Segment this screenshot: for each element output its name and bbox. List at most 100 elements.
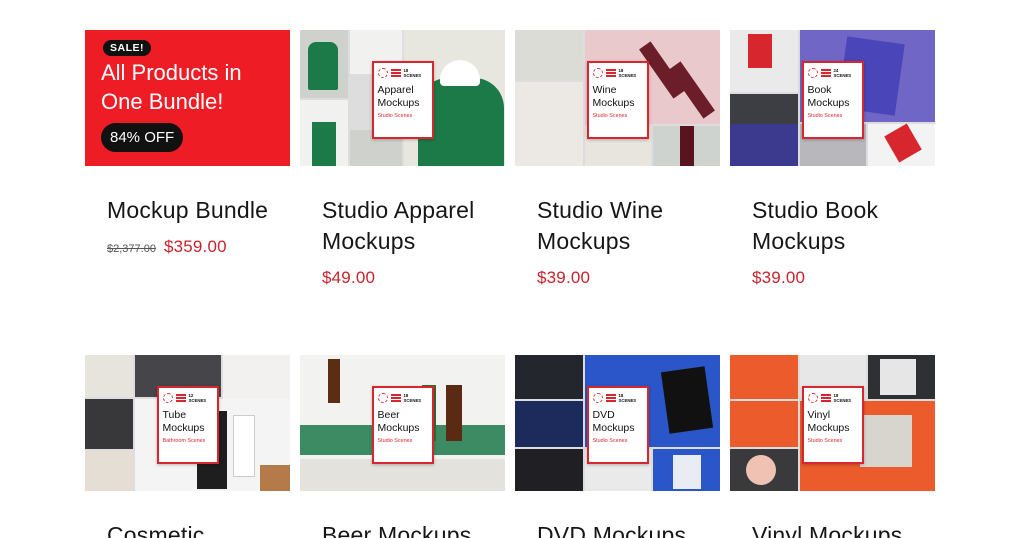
product-label-card: 18 SCENES Wine Mockups Studio Scenes: [586, 61, 649, 139]
product-label-card: 18 SCENES Apparel Mockups Studio Scenes: [371, 61, 434, 139]
scene-count: 18 SCENES: [403, 68, 422, 78]
collage-tile: [515, 82, 583, 166]
label-subtitle: Studio Scenes: [592, 438, 628, 444]
label-name: Wine Mockups: [592, 84, 635, 109]
collage-tile: [328, 359, 340, 403]
product-label-card: 18 SCENES DVD Mockups Studio Scenes: [586, 386, 649, 464]
logo-icon: [377, 68, 388, 78]
product-card-wine[interactable]: 18 SCENES Wine Mockups Studio Scenes Stu…: [515, 30, 720, 288]
collage-tile: [746, 455, 776, 485]
product-image-wine[interactable]: 18 SCENES Wine Mockups Studio Scenes: [515, 30, 720, 166]
scene-count: 18 SCENES: [833, 393, 852, 403]
label-subtitle: Studio Scenes: [377, 113, 413, 119]
sale-banner-image[interactable]: SALE! All Products in One Bundle! 84% OF…: [85, 30, 290, 166]
product-label-card: 18 SCENES Vinyl Mockups Studio Scenes: [801, 386, 864, 464]
product-title[interactable]: DVD Mockups: [515, 520, 720, 538]
flag-icon: [175, 394, 186, 402]
product-card-cosmetic[interactable]: 12 SCENES Tube Mockups Bathroom Scenes C…: [85, 355, 290, 538]
label-subtitle: Studio Scenes: [807, 113, 843, 119]
collage-tile: [308, 42, 338, 90]
product-card-book[interactable]: 24 SCENES Book Mockups Studio Scenes Stu…: [730, 30, 935, 288]
collage-tile: [515, 355, 583, 399]
product-title[interactable]: Beer Mockups: [300, 520, 505, 538]
product-grid-row-2: 12 SCENES Tube Mockups Bathroom Scenes C…: [85, 355, 935, 538]
sale-headline: All Products in One Bundle!: [101, 60, 242, 114]
collage-tile: [223, 355, 290, 403]
scene-count: 24 SCENES: [833, 68, 852, 78]
product-card-mockup-bundle[interactable]: SALE! All Products in One Bundle! 84% OF…: [85, 30, 290, 288]
collage-tile: [515, 30, 583, 80]
flag-icon: [820, 69, 831, 77]
price: $49.00: [322, 268, 376, 287]
label-subtitle: Studio Scenes: [807, 438, 843, 444]
original-price: $2,377.00: [107, 243, 156, 255]
product-title[interactable]: Studio Apparel Mockups: [300, 195, 505, 257]
flag-icon: [390, 69, 401, 77]
flag-icon: [605, 69, 616, 77]
collage-tile: [730, 401, 798, 447]
product-card-apparel[interactable]: 18 SCENES Apparel Mockups Studio Scenes …: [300, 30, 505, 288]
collage-tile: [260, 465, 290, 491]
product-image-tube[interactable]: 12 SCENES Tube Mockups Bathroom Scenes: [85, 355, 290, 491]
collage-tile: [85, 355, 133, 397]
product-image-book[interactable]: 24 SCENES Book Mockups Studio Scenes: [730, 30, 935, 166]
flag-icon: [390, 394, 401, 402]
label-name: Book Mockups: [807, 84, 850, 109]
scene-count: 18 SCENES: [403, 393, 422, 403]
product-image-dvd[interactable]: 18 SCENES DVD Mockups Studio Scenes: [515, 355, 720, 491]
label-subtitle: Studio Scenes: [377, 438, 413, 444]
product-title[interactable]: Vinyl Mockups: [730, 520, 935, 538]
collage-tile: [660, 366, 714, 434]
label-subtitle: Bathroom Scenes: [162, 438, 206, 444]
product-title[interactable]: Mockup Bundle: [85, 195, 290, 226]
label-name: Apparel Mockups: [377, 84, 420, 109]
scene-count: 18 SCENES: [618, 68, 637, 78]
collage-tile: [730, 124, 798, 166]
product-label-card: 24 SCENES Book Mockups Studio Scenes: [801, 61, 864, 139]
collage-tile: [312, 122, 336, 166]
product-image-vinyl[interactable]: 18 SCENES Vinyl Mockups Studio Scenes: [730, 355, 935, 491]
logo-icon: [592, 393, 603, 403]
collage-tile: [515, 401, 583, 447]
price: $39.00: [537, 268, 591, 287]
collage-tile: [680, 126, 694, 166]
collage-tile: [730, 355, 798, 399]
label-subtitle: Studio Scenes: [592, 113, 628, 119]
product-title[interactable]: Studio Wine Mockups: [515, 195, 720, 257]
product-title[interactable]: Cosmetic: [85, 520, 290, 538]
label-name: Tube Mockups: [162, 409, 205, 434]
collage-tile: [85, 399, 133, 449]
product-label-card: 18 SCENES Beer Mockups Studio Scenes: [371, 386, 434, 464]
collage-tile: [880, 359, 916, 395]
product-label-card: 12 SCENES Tube Mockups Bathroom Scenes: [156, 386, 219, 464]
label-name: Vinyl Mockups: [807, 409, 850, 434]
label-name: Beer Mockups: [377, 409, 420, 434]
price: $39.00: [752, 268, 806, 287]
product-image-apparel[interactable]: 18 SCENES Apparel Mockups Studio Scenes: [300, 30, 505, 166]
collage-tile: [233, 415, 255, 477]
product-image-beer[interactable]: 18 SCENES Beer Mockups Studio Scenes: [300, 355, 505, 491]
collage-tile: [673, 455, 701, 489]
product-title[interactable]: Studio Book Mockups: [730, 195, 935, 257]
product-card-dvd[interactable]: 18 SCENES DVD Mockups Studio Scenes DVD …: [515, 355, 720, 538]
logo-icon: [807, 393, 818, 403]
scene-count: 18 SCENES: [618, 393, 637, 403]
collage-tile: [748, 34, 772, 68]
product-grid-row-1: SALE! All Products in One Bundle! 84% OF…: [85, 30, 935, 288]
sale-badge: SALE!: [103, 40, 151, 56]
collage-tile: [515, 449, 583, 491]
flag-icon: [605, 394, 616, 402]
discount-pill: 84% OFF: [101, 123, 184, 152]
collage-tile: [860, 415, 912, 467]
collage-tile: [85, 451, 133, 491]
scene-count: 12 SCENES: [188, 393, 207, 403]
product-card-beer[interactable]: 18 SCENES Beer Mockups Studio Scenes Bee…: [300, 355, 505, 538]
logo-icon: [807, 68, 818, 78]
logo-icon: [162, 393, 173, 403]
logo-icon: [592, 68, 603, 78]
collage-tile: [446, 385, 462, 441]
sale-price: $359.00: [163, 237, 227, 256]
label-name: DVD Mockups: [592, 409, 635, 434]
logo-icon: [377, 393, 388, 403]
product-card-vinyl[interactable]: 18 SCENES Vinyl Mockups Studio Scenes Vi…: [730, 355, 935, 538]
